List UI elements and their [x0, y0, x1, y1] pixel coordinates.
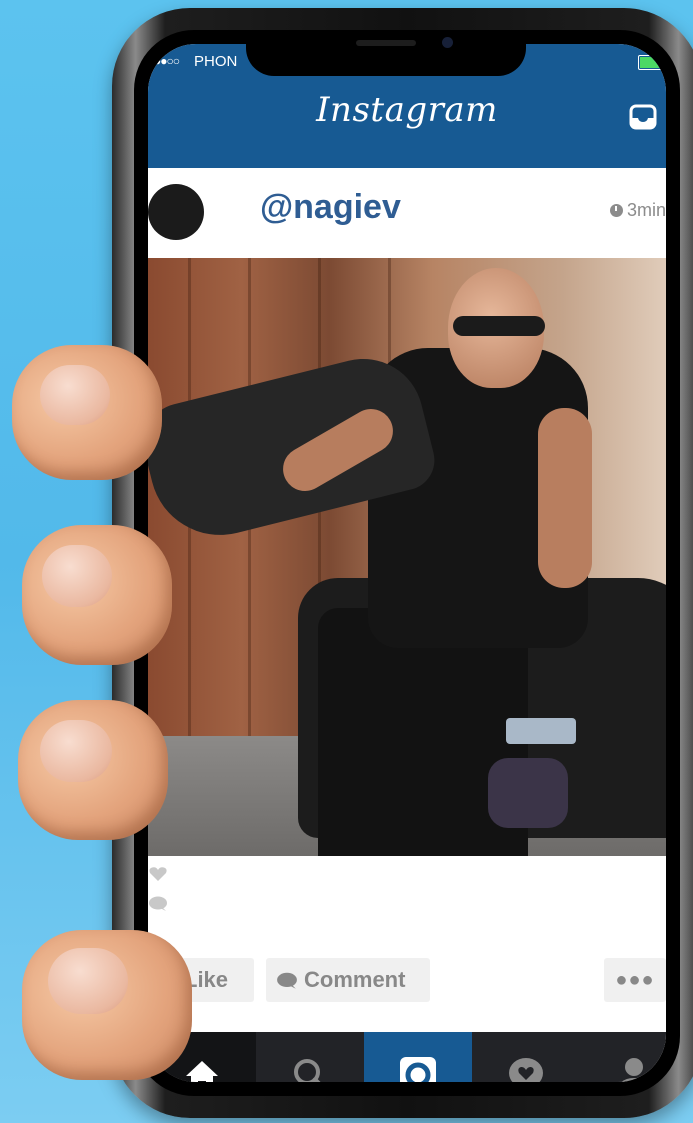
- battery-level: [640, 57, 662, 68]
- post-time-label: 3min: [626, 200, 666, 220]
- carrier-name: PHON: [194, 53, 238, 70]
- phone-bezel: ●●○○ PHON Instagram @nagiev 3min Like Co…: [134, 30, 680, 1096]
- avatar[interactable]: [148, 184, 204, 240]
- fingernail: [40, 720, 112, 782]
- inbox-icon[interactable]: [628, 102, 658, 132]
- post-photo[interactable]: [148, 258, 666, 856]
- speaker-grille: [356, 40, 416, 46]
- post-header: @nagiev 3min: [148, 168, 666, 258]
- more-options-button[interactable]: ●●●: [604, 958, 666, 1002]
- tab-camera[interactable]: [364, 1032, 472, 1082]
- thumbnail: [48, 948, 128, 1014]
- search-icon: [294, 1059, 321, 1082]
- heart-icon: [149, 867, 167, 881]
- fingernail: [42, 545, 112, 607]
- comment-bubble-icon: [277, 972, 297, 989]
- camera-icon: [400, 1057, 436, 1082]
- bottom-tab-bar: [148, 1032, 666, 1082]
- post-time: 3min: [609, 200, 666, 221]
- post-actions: Like Comment ●●●: [148, 856, 666, 1032]
- clock-icon: [609, 204, 623, 217]
- photo-jeans-cuff: [506, 718, 576, 744]
- instagram-logo: Instagram: [316, 90, 498, 130]
- tab-profile[interactable]: [580, 1032, 666, 1082]
- post-username[interactable]: @nagiev: [260, 188, 401, 227]
- photo-boot: [488, 758, 568, 828]
- front-camera: [442, 37, 453, 48]
- fingernail: [40, 365, 110, 425]
- comment-bubble-icon: [149, 896, 167, 911]
- phone-notch: [246, 30, 526, 76]
- phone-screen: ●●○○ PHON Instagram @nagiev 3min Like Co…: [148, 44, 666, 1082]
- home-icon: [186, 1061, 218, 1082]
- activity-icon: [509, 1058, 543, 1082]
- comment-button[interactable]: Comment: [266, 958, 430, 1002]
- photo-sunglasses: [453, 316, 545, 336]
- profile-icon: [621, 1058, 647, 1082]
- tab-search[interactable]: [256, 1032, 364, 1082]
- battery-icon: [638, 55, 664, 70]
- phone-frame: ●●○○ PHON Instagram @nagiev 3min Like Co…: [112, 8, 693, 1118]
- photo-arm: [538, 408, 592, 588]
- comment-label: Comment: [304, 967, 406, 992]
- app-header: Instagram: [148, 80, 666, 168]
- signal-strength: ●●○○: [154, 54, 180, 68]
- tab-activity[interactable]: [472, 1032, 580, 1082]
